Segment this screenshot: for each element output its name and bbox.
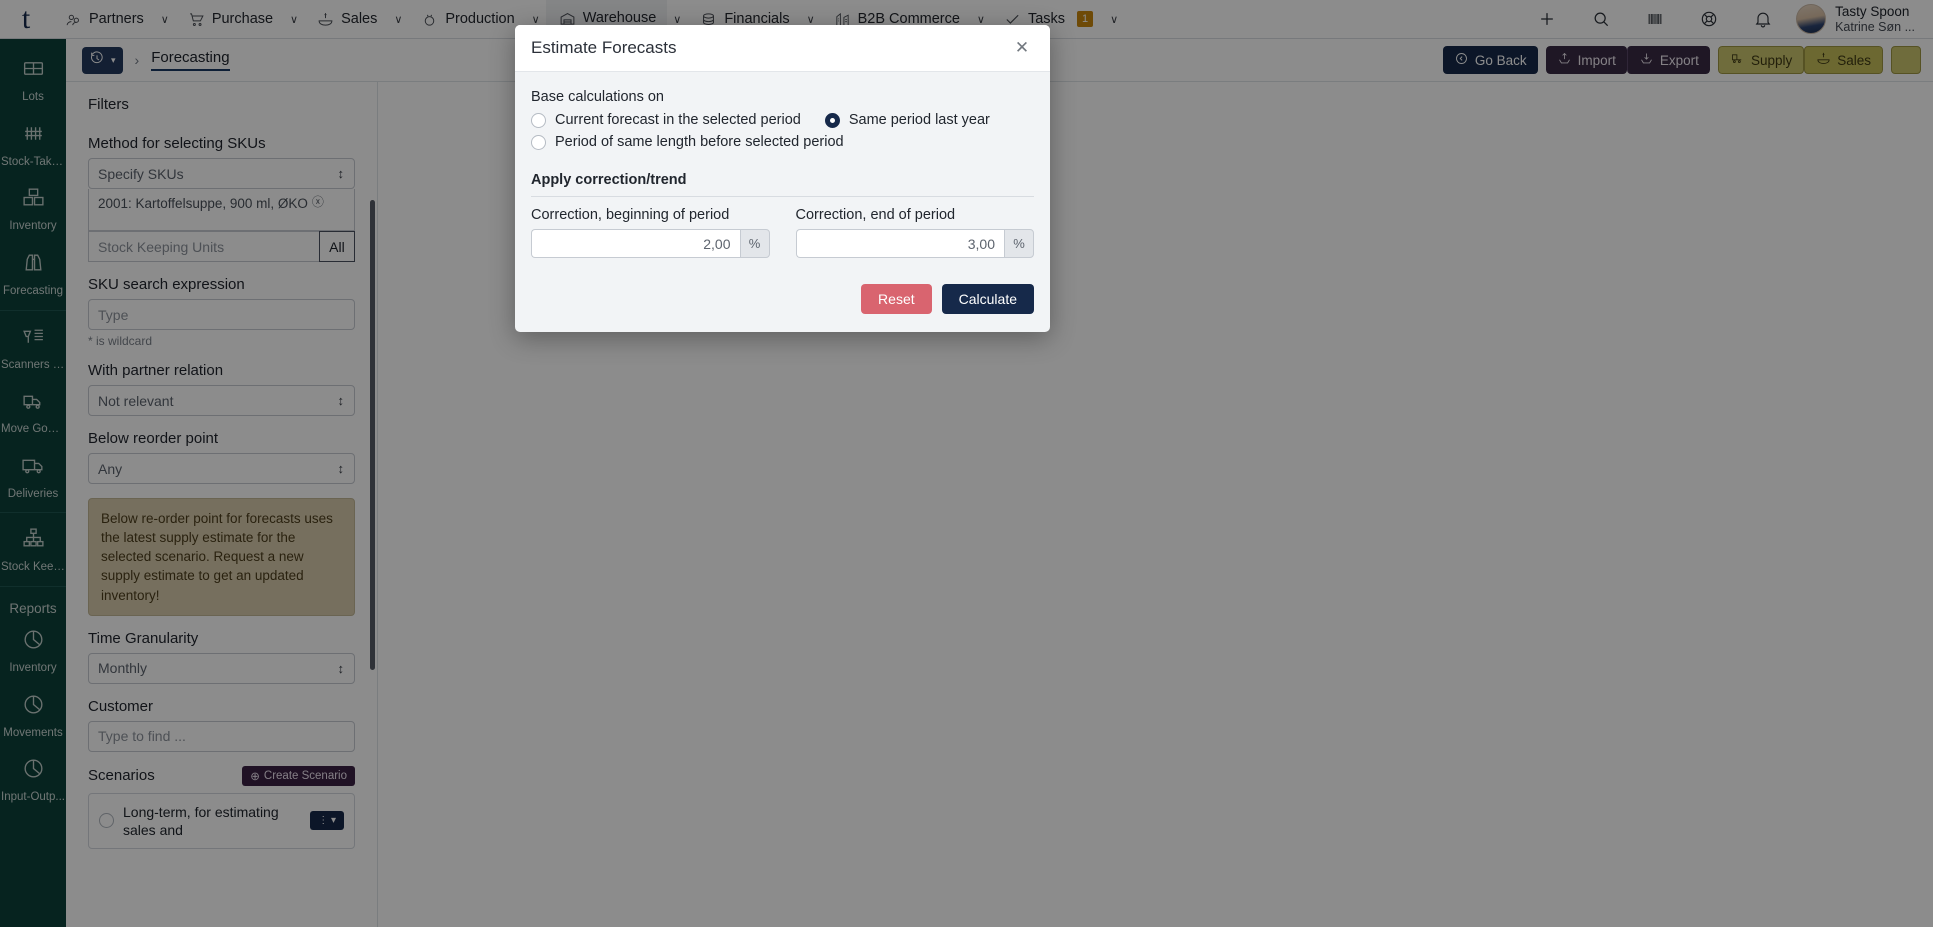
correction-begin-input-group: 2,00 % — [531, 229, 770, 258]
correction-end-input-group: 3,00 % — [795, 229, 1034, 258]
field-label: Correction, beginning of period — [531, 207, 730, 223]
field-label: Correction, end of period — [795, 207, 956, 223]
radio-circle[interactable] — [531, 112, 546, 128]
base-options-row-2: Period of same length before selected pe… — [531, 132, 1034, 152]
correction-end-group: Correction, end of period 3,00 % — [795, 207, 1034, 258]
radio-period-same-length[interactable]: Period of same length before selected pe… — [531, 132, 844, 152]
dialog-footer: Reset Calculate — [515, 266, 1050, 332]
dialog-title: Estimate Forecasts — [531, 38, 677, 57]
correction-begin-group: Correction, beginning of period 2,00 % — [531, 207, 770, 258]
correction-fields: Correction, beginning of period 2,00 % C… — [531, 207, 1034, 258]
radio-label: Period of same length before selected pe… — [555, 134, 844, 150]
base-calculations-label: Base calculations on — [531, 89, 664, 105]
correction-title: Apply correction/trend — [531, 172, 687, 188]
correction-section: Apply correction/trend Correction, begin… — [531, 172, 1034, 258]
dialog-header: Estimate Forecasts ✕ — [515, 25, 1050, 72]
percent-unit-begin: % — [739, 229, 770, 258]
radio-same-period-last-year[interactable]: Same period last year — [824, 110, 990, 130]
radio-current-forecast[interactable]: Current forecast in the selected period — [531, 110, 801, 130]
radio-circle[interactable] — [531, 134, 546, 150]
correction-end-input[interactable]: 3,00 — [795, 229, 1004, 258]
close-icon[interactable]: ✕ — [1010, 36, 1034, 60]
percent-unit-end: % — [1004, 229, 1034, 258]
calculate-button[interactable]: Calculate — [941, 284, 1034, 314]
radio-label: Current forecast in the selected period — [555, 112, 801, 128]
estimate-forecasts-dialog: Estimate Forecasts ✕ Base calculations o… — [515, 25, 1050, 332]
reset-button[interactable]: Reset — [861, 284, 932, 314]
screen: t Partners ∨ Purchase ∨ Sales ∨ Producti… — [0, 0, 1933, 927]
section-divider — [531, 196, 1034, 197]
base-options-row-1: Current forecast in the selected period … — [531, 110, 1034, 130]
dialog-body: Base calculations on Current forecast in… — [515, 72, 1050, 266]
correction-begin-input[interactable]: 2,00 — [531, 229, 740, 258]
radio-label: Same period last year — [848, 112, 990, 128]
radio-circle-selected[interactable] — [824, 112, 840, 128]
